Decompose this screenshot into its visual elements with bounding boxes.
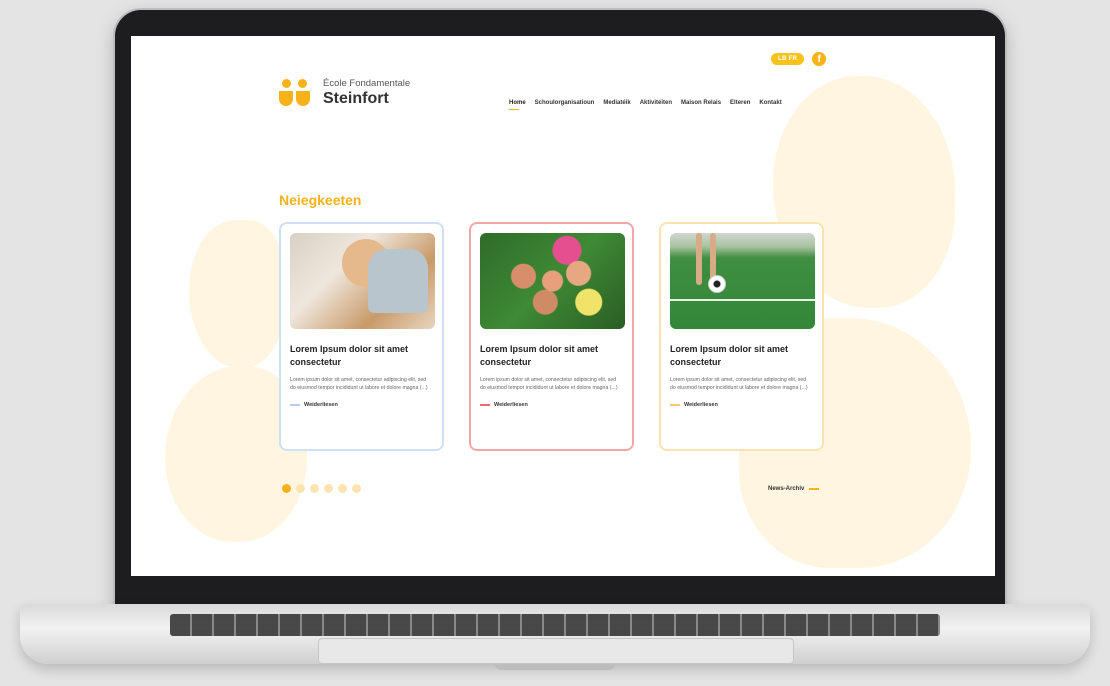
- pager-dot[interactable]: [338, 484, 347, 493]
- nav-item-schoulorganisatioun[interactable]: Schoulorganisatioun: [535, 100, 595, 110]
- read-more-link[interactable]: Weiderliesen: [290, 402, 433, 408]
- main-nav: Home Schoulorganisatioun Mediatéik Aktiv…: [509, 100, 782, 110]
- card-text: Lorem ipsum dolor sit amet, consectetur …: [480, 377, 618, 391]
- news-archive-label: News-Archiv: [768, 486, 805, 492]
- card-title: Lorem Ipsum dolor sit amet consectetur: [290, 344, 409, 367]
- read-more-link[interactable]: Weiderliesen: [670, 402, 813, 408]
- section-title: Neiegkeeten: [279, 192, 362, 208]
- card-image: [670, 233, 815, 329]
- pager-dot[interactable]: [310, 484, 319, 493]
- card-title: Lorem Ipsum dolor sit amet consectetur: [670, 344, 789, 367]
- logo-mark-icon: [279, 79, 311, 107]
- news-card[interactable]: Lorem Ipsum dolor sit amet consectetur L…: [469, 222, 634, 451]
- carousel-pager: [282, 484, 361, 493]
- card-image: [290, 233, 435, 329]
- logo-title: Steinfort: [323, 90, 389, 107]
- news-archive-link[interactable]: News-Archiv: [768, 486, 820, 492]
- read-more-link[interactable]: Weiderliesen: [480, 402, 623, 408]
- dash-icon: [480, 404, 490, 406]
- pager-dot[interactable]: [282, 484, 291, 493]
- nav-item-maison-relais[interactable]: Maison Relais: [681, 100, 721, 110]
- pager-dot[interactable]: [296, 484, 305, 493]
- nav-item-home[interactable]: Home: [509, 100, 526, 110]
- card-text: Lorem ipsum dolor sit amet, consectetur …: [290, 377, 428, 391]
- nav-item-aktiviteiten[interactable]: Aktivitéiten: [640, 100, 672, 110]
- keyboard: [170, 614, 940, 636]
- nav-item-mediateik[interactable]: Mediatéik: [603, 100, 630, 110]
- nav-item-elteren[interactable]: Elteren: [730, 100, 750, 110]
- facebook-icon[interactable]: f: [812, 52, 827, 66]
- dash-icon: [290, 404, 300, 406]
- card-title: Lorem Ipsum dolor sit amet consectetur: [480, 344, 599, 367]
- laptop-notch: [495, 664, 615, 670]
- news-cards: Lorem Ipsum dolor sit amet consectetur L…: [279, 222, 824, 451]
- pager-dot[interactable]: [324, 484, 333, 493]
- read-more-label: Weiderliesen: [304, 402, 338, 408]
- language-switch[interactable]: LB FR: [771, 53, 805, 65]
- trackpad: [318, 638, 794, 664]
- logo-subtitle: École Fondamentale: [323, 78, 411, 89]
- card-text: Lorem ipsum dolor sit amet, consectetur …: [670, 377, 808, 391]
- card-image: [480, 233, 625, 329]
- read-more-label: Weiderliesen: [684, 402, 718, 408]
- news-card[interactable]: Lorem Ipsum dolor sit amet consectetur L…: [279, 222, 444, 451]
- dash-icon: [809, 488, 820, 490]
- website-screen: LB FR f École Fondamentale Steinfort Hom…: [131, 36, 995, 576]
- site-logo[interactable]: École Fondamentale Steinfort: [279, 78, 410, 108]
- pager-dot[interactable]: [352, 484, 361, 493]
- news-card[interactable]: Lorem Ipsum dolor sit amet consectetur L…: [659, 222, 824, 451]
- logo-text: École Fondamentale Steinfort: [323, 78, 410, 108]
- nav-item-kontakt[interactable]: Kontakt: [759, 100, 781, 110]
- top-bar: LB FR f: [771, 52, 827, 66]
- background-shape: [189, 220, 285, 368]
- read-more-label: Weiderliesen: [494, 402, 528, 408]
- dash-icon: [670, 404, 680, 406]
